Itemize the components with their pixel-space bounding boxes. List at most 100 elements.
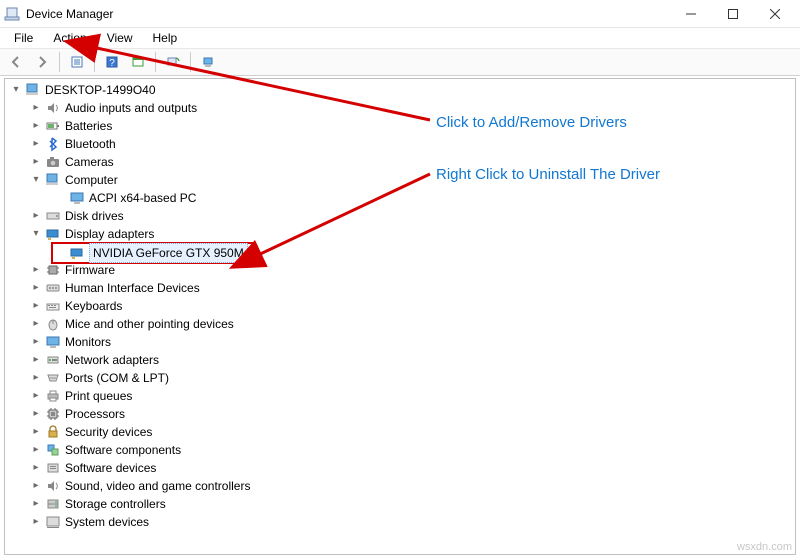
annotation-top: Click to Add/Remove Drivers [436, 114, 627, 131]
tree-item-bluetooth[interactable]: ▸ Bluetooth [5, 135, 795, 153]
chevron-right-icon[interactable]: ▸ [29, 423, 43, 441]
tree-item-printq[interactable]: ▸ Print queues [5, 387, 795, 405]
chevron-right-icon[interactable]: ▸ [29, 99, 43, 117]
tree-root[interactable]: ▾ DESKTOP-1499O40 [5, 81, 795, 99]
computer-icon [25, 82, 41, 98]
close-button[interactable] [754, 0, 796, 28]
tree-item-ports[interactable]: ▸ Ports (COM & LPT) [5, 369, 795, 387]
highlight-annotation: ▸ NVIDIA GeForce GTX 950M [51, 242, 256, 264]
tree-item-hid[interactable]: ▸ Human Interface Devices [5, 279, 795, 297]
chevron-right-icon[interactable]: ▸ [29, 207, 43, 225]
chevron-right-icon[interactable]: ▸ [29, 495, 43, 513]
tree-item-keyboards[interactable]: ▸ Keyboards [5, 297, 795, 315]
chevron-down-icon[interactable]: ▾ [9, 81, 23, 99]
minimize-button[interactable] [670, 0, 712, 28]
tree-item-security[interactable]: ▸ Security devices [5, 423, 795, 441]
tree-item-acpi[interactable]: ▸ ACPI x64-based PC [5, 189, 795, 207]
tree-item-label: Audio inputs and outputs [65, 99, 197, 117]
chevron-right-icon[interactable]: ▸ [29, 315, 43, 333]
tree-item-display[interactable]: ▾ Display adapters [5, 225, 795, 243]
chevron-right-icon[interactable]: ▸ [29, 513, 43, 531]
menubar: File Action View Help [0, 28, 800, 48]
menu-file[interactable]: File [4, 29, 43, 47]
software-icon [45, 460, 61, 476]
tree-item-nvidia[interactable]: ▸ NVIDIA GeForce GTX 950M [5, 243, 795, 261]
hid-icon [45, 280, 61, 296]
system-icon [45, 514, 61, 530]
tree-item-label: Monitors [65, 333, 111, 351]
monitor-icon [45, 334, 61, 350]
tree-item-label: Bluetooth [65, 135, 116, 153]
svg-text:?: ? [109, 58, 115, 69]
tree-item-label: Network adapters [65, 351, 159, 369]
storage-icon [45, 496, 61, 512]
properties-button[interactable] [65, 51, 89, 73]
lock-icon [45, 424, 61, 440]
chevron-right-icon[interactable]: ▸ [29, 333, 43, 351]
tree-item-mice[interactable]: ▸ Mice and other pointing devices [5, 315, 795, 333]
tree-item-batteries[interactable]: ▸ Batteries [5, 117, 795, 135]
menu-action[interactable]: Action [43, 29, 96, 47]
chevron-right-icon[interactable]: ▸ [29, 405, 43, 423]
titlebar: Device Manager [0, 0, 800, 28]
chevron-right-icon[interactable]: ▸ [29, 441, 43, 459]
tree-item-computer[interactable]: ▾ Computer [5, 171, 795, 189]
help-button[interactable]: ? [100, 51, 124, 73]
back-button[interactable] [4, 51, 28, 73]
chevron-right-icon[interactable]: ▸ [29, 369, 43, 387]
tree-item-network[interactable]: ▸ Network adapters [5, 351, 795, 369]
chevron-right-icon[interactable]: ▸ [29, 153, 43, 171]
forward-button[interactable] [30, 51, 54, 73]
chevron-right-icon[interactable]: ▸ [29, 459, 43, 477]
tree-item-softdev[interactable]: ▸ Software devices [5, 459, 795, 477]
tree-item-sound[interactable]: ▸ Sound, video and game controllers [5, 477, 795, 495]
tree-item-monitors[interactable]: ▸ Monitors [5, 333, 795, 351]
speaker-icon [45, 100, 61, 116]
chip-icon [45, 262, 61, 278]
tree-item-system[interactable]: ▸ System devices [5, 513, 795, 531]
maximize-button[interactable] [712, 0, 754, 28]
tree-item-label: Software devices [65, 459, 156, 477]
toolbar-separator [190, 52, 191, 72]
tree-item-label: Storage controllers [65, 495, 166, 513]
tree-item-cameras[interactable]: ▸ Cameras [5, 153, 795, 171]
tree-root-label: DESKTOP-1499O40 [45, 81, 156, 99]
tree-item-softcomp[interactable]: ▸ Software components [5, 441, 795, 459]
annotation-mid: Right Click to Uninstall The Driver [436, 166, 660, 183]
tree-item-disk[interactable]: ▸ Disk drives [5, 207, 795, 225]
tree-item-label: NVIDIA GeForce GTX 950M [89, 243, 248, 263]
tree-item-label: Keyboards [65, 297, 122, 315]
tree-item-label: Ports (COM & LPT) [65, 369, 169, 387]
monitor-icon [69, 190, 85, 206]
menu-help[interactable]: Help [143, 29, 188, 47]
toolbar-separator [59, 52, 60, 72]
chevron-right-icon[interactable]: ▸ [29, 117, 43, 135]
toolbar-separator [94, 52, 95, 72]
tree-item-label: Disk drives [65, 207, 124, 225]
chevron-down-icon[interactable]: ▾ [29, 171, 43, 189]
show-hidden-button[interactable] [126, 51, 150, 73]
chevron-right-icon[interactable]: ▸ [29, 135, 43, 153]
chevron-right-icon[interactable]: ▸ [29, 477, 43, 495]
device-tree: ▾ DESKTOP-1499O40 ▸ Audio inputs and out… [5, 79, 795, 531]
tree-item-label: Print queues [65, 387, 132, 405]
chevron-right-icon[interactable]: ▸ [29, 279, 43, 297]
display-adapter-icon [45, 226, 61, 242]
menu-view[interactable]: View [97, 29, 143, 47]
speaker-icon [45, 478, 61, 494]
chevron-down-icon[interactable]: ▾ [29, 225, 43, 243]
tree-item-audio[interactable]: ▸ Audio inputs and outputs [5, 99, 795, 117]
device-button[interactable] [196, 51, 220, 73]
component-icon [45, 442, 61, 458]
tree-item-processors[interactable]: ▸ Processors [5, 405, 795, 423]
chevron-right-icon[interactable]: ▸ [29, 297, 43, 315]
tree-item-label: Computer [65, 171, 118, 189]
tree-item-label: Batteries [65, 117, 112, 135]
chevron-right-icon[interactable]: ▸ [29, 351, 43, 369]
chevron-right-icon[interactable]: ▸ [29, 261, 43, 279]
tree-item-storage[interactable]: ▸ Storage controllers [5, 495, 795, 513]
tree-item-label: System devices [65, 513, 149, 531]
app-icon [4, 6, 20, 22]
chevron-right-icon[interactable]: ▸ [29, 387, 43, 405]
scan-button[interactable] [161, 51, 185, 73]
